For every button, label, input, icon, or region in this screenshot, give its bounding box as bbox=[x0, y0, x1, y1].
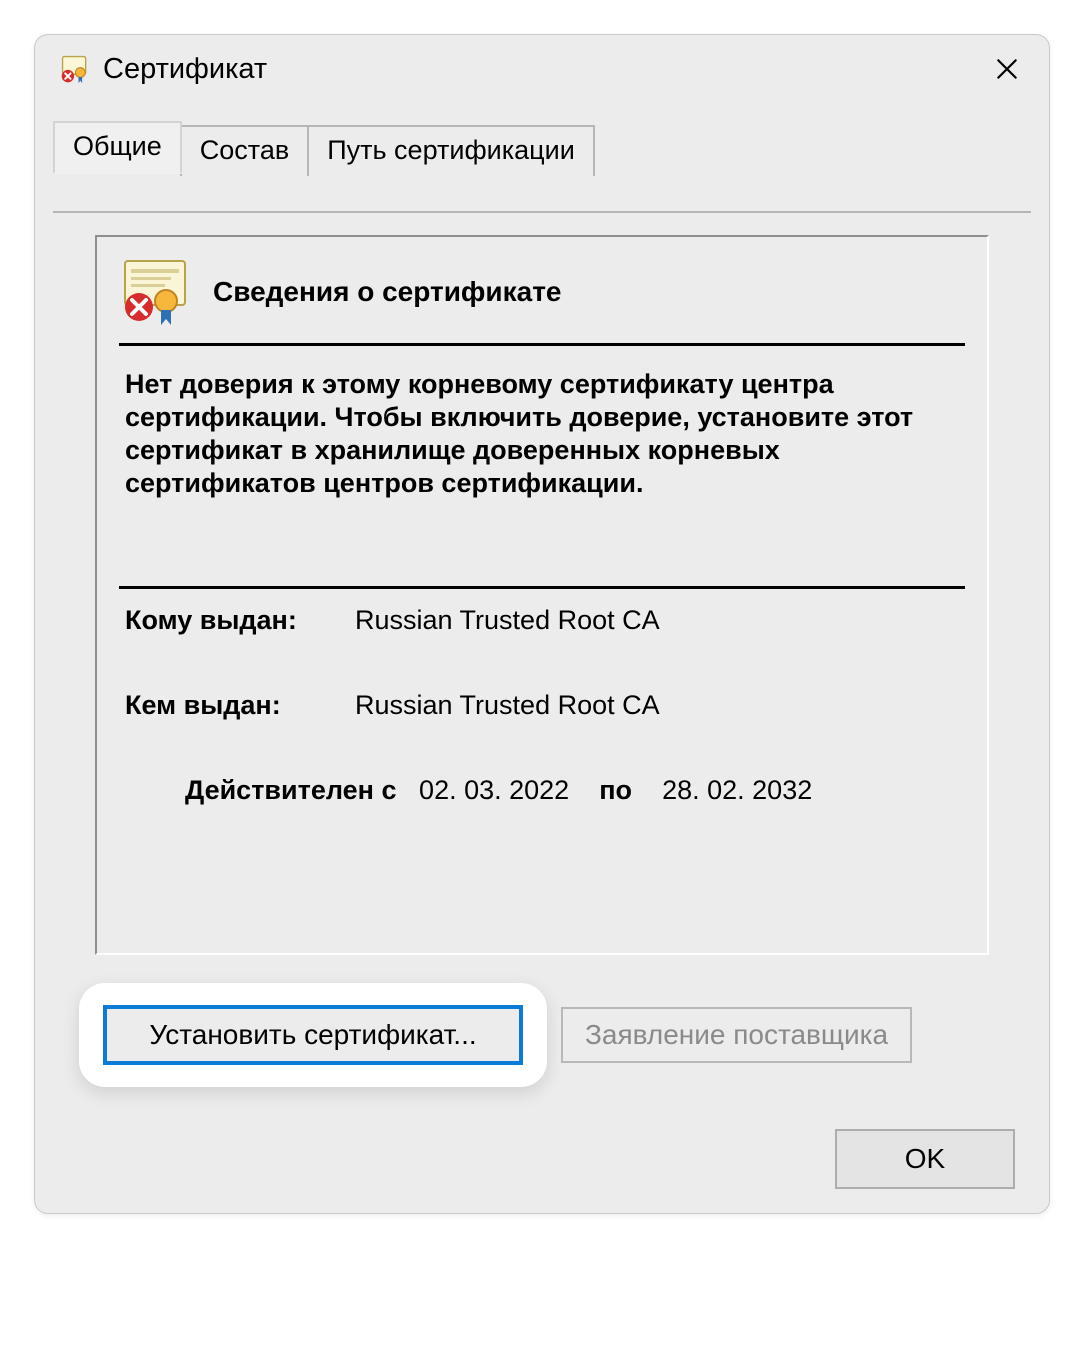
validity-row: Действителен с 02. 03. 2022 по 28. 02. 2… bbox=[125, 775, 959, 806]
issued-by-label: Кем выдан: bbox=[125, 690, 355, 721]
close-icon[interactable] bbox=[987, 49, 1027, 89]
titlebar: Сертификат bbox=[35, 35, 1049, 95]
tab-border bbox=[53, 211, 1031, 213]
issuer-statement-button[interactable]: Заявление поставщика bbox=[561, 1007, 912, 1063]
tab-details[interactable]: Состав bbox=[180, 125, 309, 176]
install-highlight: Установить сертификат... bbox=[79, 983, 547, 1087]
valid-mid: по bbox=[599, 775, 632, 805]
valid-prefix: Действителен с bbox=[185, 775, 397, 805]
info-panel: Сведения о сертификате Нет доверия к это… bbox=[95, 235, 989, 955]
tab-general[interactable]: Общие bbox=[53, 121, 182, 174]
issued-to-value: Russian Trusted Root CA bbox=[355, 605, 660, 636]
certificate-large-icon bbox=[119, 259, 191, 325]
valid-to: 28. 02. 2032 bbox=[662, 775, 812, 805]
tab-certpath[interactable]: Путь сертификации bbox=[307, 125, 595, 176]
tab-strip: Общие Состав Путь сертификации bbox=[53, 121, 1049, 174]
issued-by-row: Кем выдан: Russian Trusted Root CA bbox=[125, 690, 959, 721]
window-title: Сертификат bbox=[103, 53, 987, 86]
certificate-dialog: Сертификат Общие Состав Путь сертификаци… bbox=[34, 34, 1050, 1214]
info-heading: Сведения о сертификате bbox=[213, 276, 562, 308]
trust-warning-text: Нет доверия к этому корневому сертификат… bbox=[119, 346, 965, 586]
issued-to-label: Кому выдан: bbox=[125, 605, 355, 636]
action-button-row: Установить сертификат... Заявление поста… bbox=[79, 983, 989, 1087]
issued-by-value: Russian Trusted Root CA bbox=[355, 690, 660, 721]
tab-content-general: Сведения о сертификате Нет доверия к это… bbox=[95, 235, 989, 1053]
ok-button[interactable]: OK bbox=[835, 1129, 1015, 1189]
issued-to-row: Кому выдан: Russian Trusted Root CA bbox=[125, 605, 959, 636]
certificate-error-icon bbox=[57, 51, 93, 87]
valid-from: 02. 03. 2022 bbox=[419, 775, 569, 805]
install-certificate-button[interactable]: Установить сертификат... bbox=[103, 1005, 523, 1065]
